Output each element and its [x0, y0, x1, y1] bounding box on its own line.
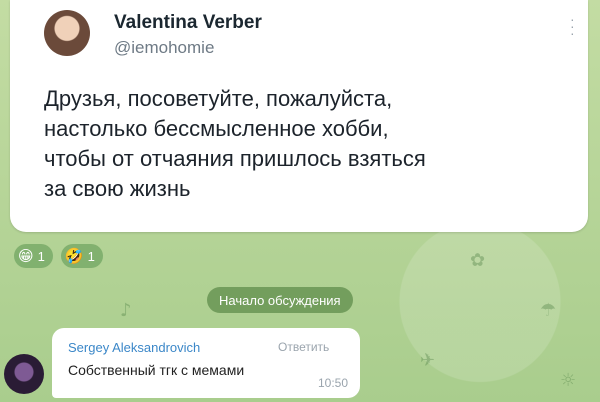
reaction-chip[interactable]: 😁 1	[14, 244, 53, 268]
author-name: Valentina Verber	[114, 12, 262, 33]
commenter-avatar[interactable]	[4, 354, 44, 394]
comment-timestamp: 10:50	[317, 376, 348, 390]
doodle-icon: ☼	[560, 370, 577, 391]
author-handle: @iemohomie	[114, 38, 215, 57]
doodle-icon: ♪	[120, 300, 132, 321]
reactions-bar: 😁 1 🤣 1	[14, 244, 103, 268]
more-options-icon[interactable]: · · ·	[570, 12, 576, 40]
doodle-icon: ☂	[540, 300, 557, 321]
doodle-icon: ✈	[420, 350, 436, 371]
grin-emoji-icon: 😁	[18, 247, 34, 265]
tweet-text: Друзья, посоветуйте, пожалуйста, настоль…	[44, 86, 426, 201]
reaction-count: 1	[87, 248, 95, 264]
comment-bubble[interactable]: Sergey Aleksandrovich Ответить Собственн…	[52, 328, 360, 398]
author-avatar	[44, 10, 90, 56]
reaction-chip[interactable]: 🤣 1	[60, 244, 103, 268]
reaction-count: 1	[37, 248, 45, 264]
doodle-icon: ✿	[470, 250, 486, 271]
comment-author[interactable]: Sergey Aleksandrovich	[68, 340, 200, 355]
rofl-emoji-icon: 🤣	[64, 247, 84, 265]
comment-text: Собственный тгк с мемами	[68, 362, 245, 378]
reply-button[interactable]: Ответить	[278, 340, 329, 354]
tweet-card[interactable]: Valentina Verber @iemohomie · · · Друзья, …	[10, 0, 588, 232]
discussion-start-label: Начало обсуждения	[207, 287, 353, 313]
